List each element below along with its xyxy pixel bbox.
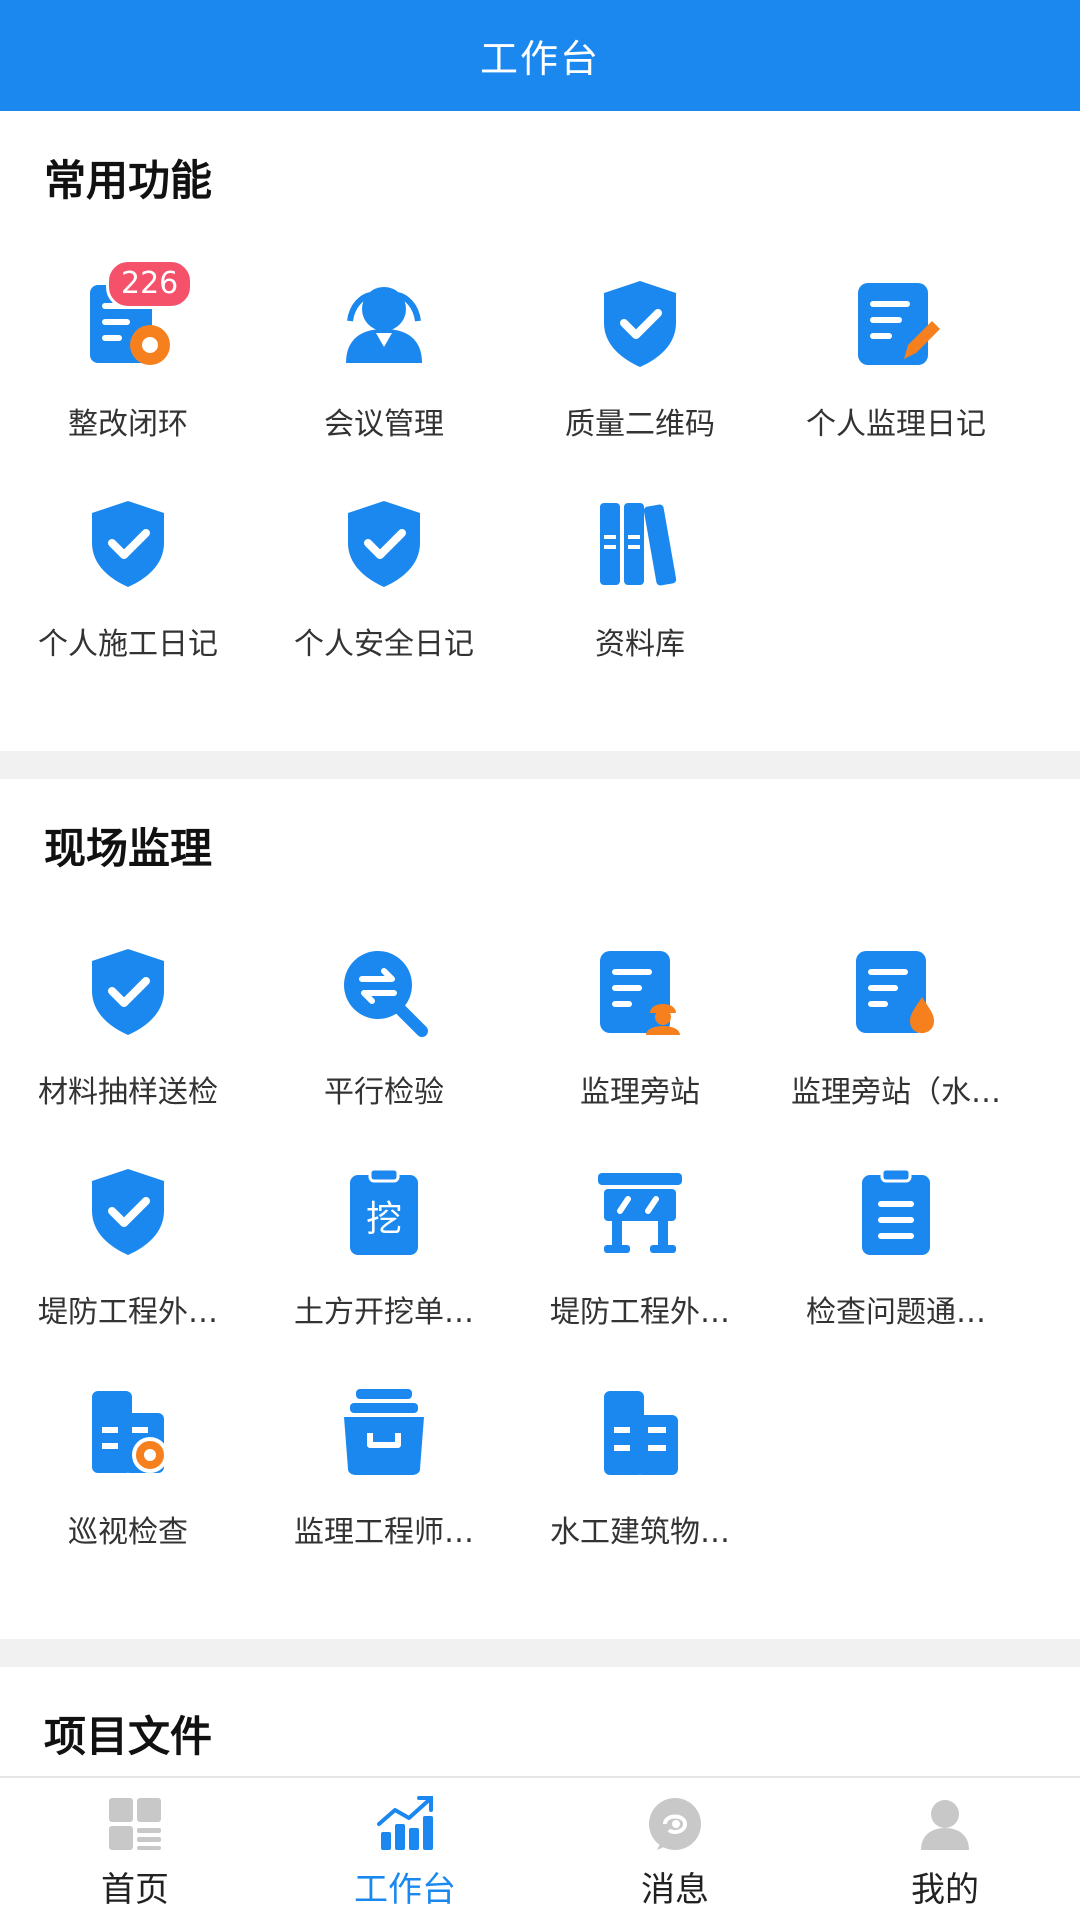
user-icon xyxy=(921,1800,969,1850)
item-label: 个人监理日记 xyxy=(806,407,986,442)
item-label: 平行检验 xyxy=(324,1075,444,1110)
item-label: 堤防工程外… xyxy=(550,1295,730,1330)
notification-badge: 226 xyxy=(106,259,194,309)
item-label: 监理工程师… xyxy=(294,1515,474,1550)
archive-box-icon xyxy=(336,1383,432,1479)
magnify-exchange-icon xyxy=(336,943,432,1039)
item-label: 材料抽样送检 xyxy=(38,1075,218,1110)
common-grid: 226 整改闭环 会议管理 质量二维码 个人监理日记 个人施工日记 个人安全日记… xyxy=(0,259,1080,701)
message-icon xyxy=(649,1798,701,1850)
item-label: 水工建筑物… xyxy=(550,1515,730,1550)
common-item-rectification[interactable]: 226 整改闭环 xyxy=(0,259,256,481)
people-icon xyxy=(336,275,432,371)
item-label: 整改闭环 xyxy=(68,407,188,442)
shield-check-icon xyxy=(592,275,688,371)
field-item-engineer[interactable]: 监理工程师… xyxy=(256,1369,512,1589)
tab-label: 工作台 xyxy=(354,1870,456,1910)
doc-pencil-icon xyxy=(848,275,944,371)
item-label: 监理旁站 xyxy=(580,1075,700,1110)
item-label: 个人施工日记 xyxy=(38,627,218,662)
common-item-quality-qr[interactable]: 质量二维码 xyxy=(512,261,768,481)
shield-check-icon xyxy=(80,943,176,1039)
tab-mine[interactable]: 我的 xyxy=(810,1778,1080,1922)
section-title-common: 常用功能 xyxy=(44,156,213,205)
clipboard-dig-icon: 挖 xyxy=(336,1163,432,1259)
item-label: 个人安全日记 xyxy=(294,627,474,662)
field-item-side-station[interactable]: 监理旁站 xyxy=(512,929,768,1149)
item-label: 检查问题通… xyxy=(806,1295,986,1330)
field-item-patrol[interactable]: 巡视检查 xyxy=(0,1369,256,1589)
tab-label: 首页 xyxy=(101,1870,169,1910)
page-header: 工作台 xyxy=(0,0,1080,111)
common-item-construction-diary[interactable]: 个人施工日记 xyxy=(0,481,256,701)
field-item-material-sampling[interactable]: 材料抽样送检 xyxy=(0,929,256,1149)
section-common: 常用功能 226 整改闭环 会议管理 质量二维码 个人监理日记 个人施工日记 个… xyxy=(0,111,1080,751)
doc-drop-icon xyxy=(848,943,944,1039)
tab-label: 消息 xyxy=(641,1870,709,1910)
tab-workbench[interactable]: 工作台 xyxy=(270,1778,540,1922)
section-divider xyxy=(0,1639,1080,1667)
books-icon xyxy=(592,495,688,591)
shield-check-icon xyxy=(80,495,176,591)
field-item-embankment-2[interactable]: 堤防工程外… xyxy=(512,1149,768,1369)
shield-check-icon xyxy=(80,1163,176,1259)
field-item-embankment-1[interactable]: 堤防工程外… xyxy=(0,1149,256,1369)
item-label: 土方开挖单… xyxy=(294,1295,474,1330)
field-item-earthwork[interactable]: 挖 土方开挖单… xyxy=(256,1149,512,1369)
page-title: 工作台 xyxy=(479,37,600,81)
section-divider xyxy=(0,751,1080,779)
content-area[interactable]: 常用功能 226 整改闭环 会议管理 质量二维码 个人监理日记 个人施工日记 个… xyxy=(0,111,1080,1817)
tab-label: 我的 xyxy=(911,1870,979,1910)
bottom-tab-bar: 首页 工作台 消息 我的 xyxy=(0,1776,1080,1922)
common-item-meeting[interactable]: 会议管理 xyxy=(256,261,512,481)
item-label: 质量二维码 xyxy=(565,407,715,442)
field-item-side-station-water[interactable]: 监理旁站（水… xyxy=(768,929,1024,1149)
section-field: 现场监理 材料抽样送检 平行检验 监理旁站 监理旁站（水… 堤防工程外… 挖 土… xyxy=(0,779,1080,1639)
grid-home-icon xyxy=(109,1798,161,1850)
clipboard-list-icon xyxy=(848,1163,944,1259)
section-title-field: 现场监理 xyxy=(44,824,213,873)
common-item-library[interactable]: 资料库 xyxy=(512,481,768,701)
item-label: 堤防工程外… xyxy=(38,1295,218,1330)
tab-home[interactable]: 首页 xyxy=(0,1778,270,1922)
svg-text:挖: 挖 xyxy=(366,1199,402,1240)
field-grid: 材料抽样送检 平行检验 监理旁站 监理旁站（水… 堤防工程外… 挖 土方开挖单…… xyxy=(0,929,1080,1589)
common-item-supervision-diary[interactable]: 个人监理日记 xyxy=(768,261,1024,481)
chart-up-icon xyxy=(377,1796,433,1850)
item-label: 监理旁站（水… xyxy=(791,1075,1001,1110)
field-item-parallel-inspection[interactable]: 平行检验 xyxy=(256,929,512,1149)
common-item-safety-diary[interactable]: 个人安全日记 xyxy=(256,481,512,701)
barrier-icon xyxy=(592,1163,688,1259)
tab-messages[interactable]: 消息 xyxy=(540,1778,810,1922)
item-label: 资料库 xyxy=(595,627,685,662)
doc-gear-icon: 226 xyxy=(80,259,194,371)
field-item-hydraulic-building[interactable]: 水工建筑物… xyxy=(512,1369,768,1589)
doc-worker-icon xyxy=(592,943,688,1039)
item-label: 会议管理 xyxy=(324,407,444,442)
building-icon xyxy=(592,1383,688,1479)
shield-check-icon xyxy=(336,495,432,591)
item-label: 巡视检查 xyxy=(68,1515,188,1550)
field-item-problem-notice[interactable]: 检查问题通… xyxy=(768,1149,1024,1369)
building-pin-icon xyxy=(80,1383,176,1479)
